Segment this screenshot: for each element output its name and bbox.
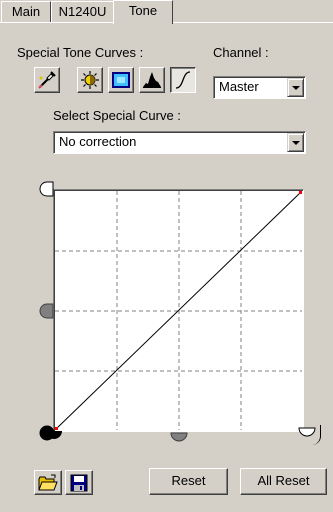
select-special-curve-label: Select Special Curve : <box>53 108 181 123</box>
save-disk-icon <box>70 474 88 492</box>
channel-label: Channel : <box>213 45 269 60</box>
save-button[interactable] <box>65 470 93 495</box>
tone-curve-icon <box>175 71 191 89</box>
tab-tone[interactable]: Tone <box>113 0 173 24</box>
chevron-down-icon[interactable] <box>287 78 304 97</box>
curve-frame-right-edge <box>312 425 321 445</box>
all-reset-button-label: All Reset <box>257 473 310 488</box>
tone-curve-grid <box>55 191 302 430</box>
input-gray-handle[interactable] <box>170 432 188 448</box>
output-white-handle[interactable] <box>39 181 55 197</box>
tone-curve-button[interactable] <box>170 67 196 93</box>
open-folder-icon <box>38 474 58 491</box>
tone-curve-graph[interactable] <box>53 189 304 432</box>
tab-main[interactable]: Main <box>1 1 51 23</box>
contrast-icon <box>112 72 130 88</box>
brightness-icon <box>81 71 99 89</box>
contrast-button[interactable] <box>108 67 134 93</box>
input-black-handle[interactable] <box>45 430 63 446</box>
special-curve-select[interactable]: No correction <box>53 131 306 154</box>
histogram-button[interactable] <box>139 67 165 93</box>
tab-tone-label: Tone <box>128 3 158 18</box>
channel-selected-value: Master <box>219 79 259 94</box>
eyedropper-icon <box>38 71 56 89</box>
brightness-button[interactable] <box>77 67 103 93</box>
channel-select[interactable]: Master <box>213 76 306 99</box>
all-reset-button[interactable]: All Reset <box>240 468 327 495</box>
tab-n1240u[interactable]: N1240U <box>51 1 114 23</box>
special-tone-curves-label: Special Tone Curves : <box>17 45 144 60</box>
output-gray-handle[interactable] <box>39 303 55 319</box>
curve-endpoint-top[interactable] <box>299 191 302 194</box>
chevron-down-icon[interactable] <box>287 133 304 152</box>
open-button[interactable] <box>34 470 62 495</box>
reset-button-label: Reset <box>171 473 206 488</box>
eyedropper-button[interactable] <box>34 67 60 93</box>
tab-n1240u-label: N1240U <box>58 4 107 19</box>
reset-button[interactable]: Reset <box>149 468 228 495</box>
special-curve-selected-value: No correction <box>59 134 137 149</box>
histogram-icon <box>143 72 161 88</box>
tab-main-label: Main <box>11 4 41 19</box>
